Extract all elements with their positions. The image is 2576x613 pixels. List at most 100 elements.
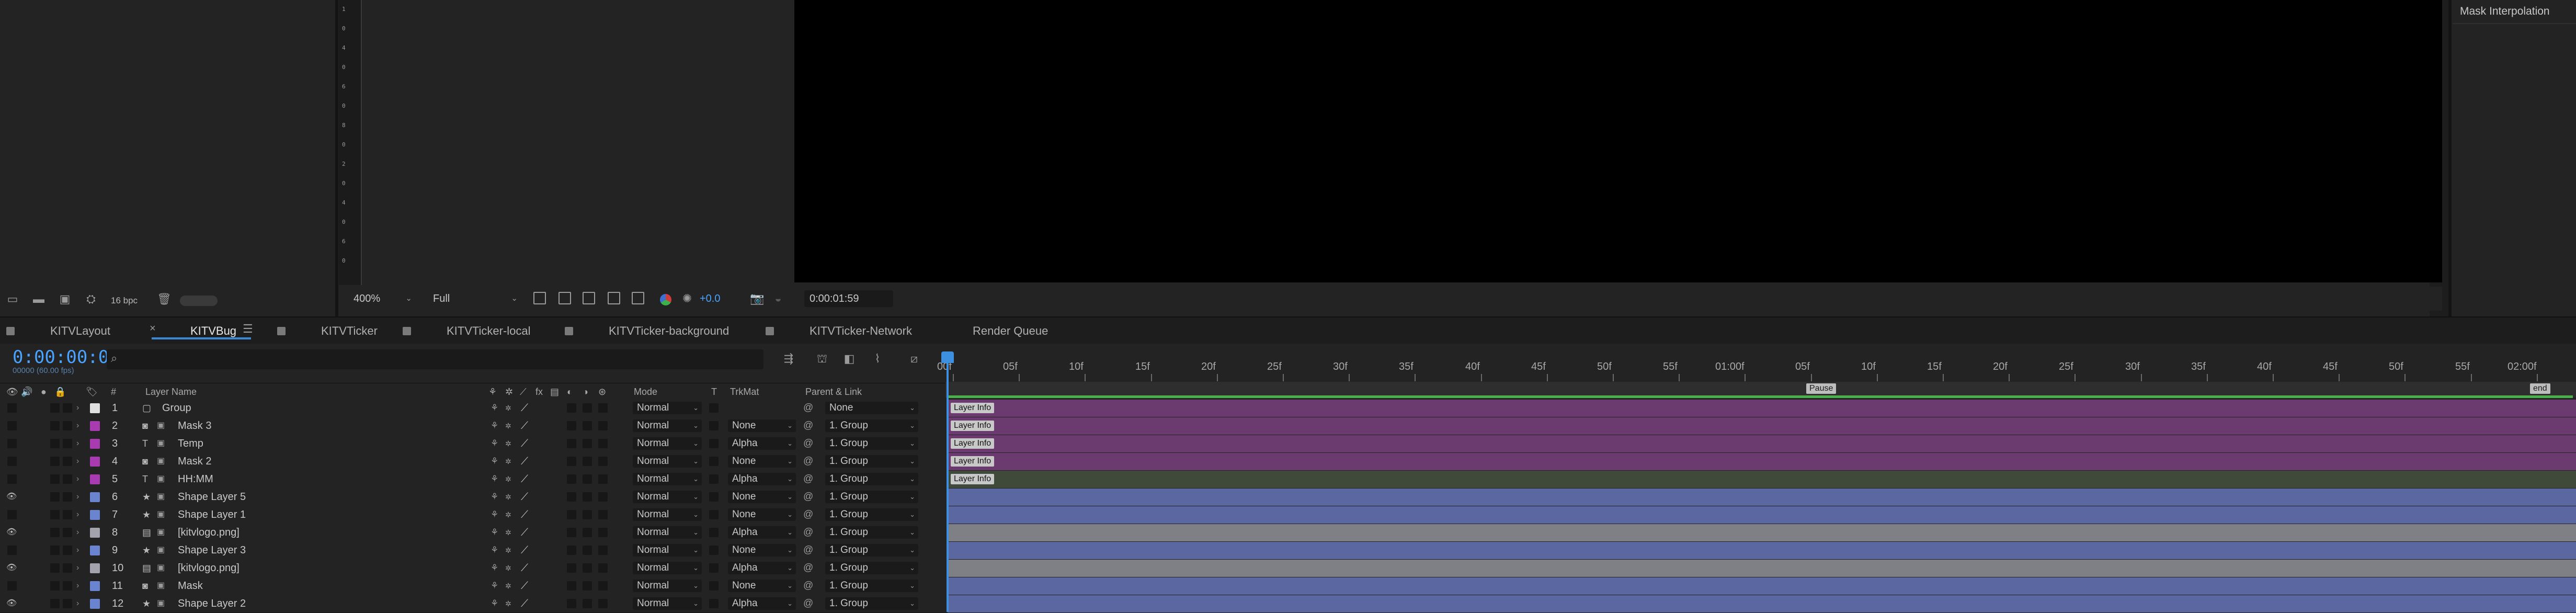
layer-marker[interactable]: Layer Info <box>951 421 995 431</box>
pick-whip-icon[interactable]: @ <box>803 417 813 435</box>
parent-dropdown[interactable]: None ⌄ <box>825 402 918 414</box>
preserve-transparency[interactable] <box>709 599 719 608</box>
mode-dropdown[interactable]: Normal ⌄ <box>633 562 702 574</box>
label-color-swatch[interactable] <box>90 474 100 484</box>
trkmat-dropdown[interactable]: None ⌄ <box>728 491 796 503</box>
video-switch[interactable] <box>7 457 17 466</box>
collapse-icon[interactable]: ✲ <box>505 541 511 559</box>
adjustment-switch[interactable] <box>583 528 592 537</box>
lock-switch[interactable] <box>63 421 72 430</box>
lock-switch[interactable] <box>63 563 72 573</box>
preserve-transparency[interactable] <box>709 439 719 448</box>
frame-blend-header-icon[interactable]: ▤ <box>550 387 559 396</box>
quality-icon[interactable]: ⟋ <box>521 577 528 595</box>
region-of-interest-icon[interactable] <box>533 292 546 304</box>
mode-dropdown[interactable]: Normal ⌄ <box>633 597 702 610</box>
quality-icon[interactable]: ⟋ <box>521 506 528 524</box>
collapse-icon[interactable]: ✲ <box>505 488 511 506</box>
zoom-dropdown[interactable]: 400% ⌄ <box>348 290 416 307</box>
tab-kitvticker-background[interactable]: KITVTicker-background <box>565 317 729 345</box>
chevron-right-icon[interactable]: › <box>76 595 79 612</box>
new-composition-icon[interactable]: ▣ <box>58 292 72 306</box>
mode-dropdown[interactable]: Normal ⌄ <box>633 402 702 414</box>
quality-icon[interactable]: ⟋ <box>521 435 528 452</box>
3d-switch[interactable] <box>598 581 608 591</box>
current-time-field[interactable]: 0:00:01:59 <box>804 290 893 307</box>
shy-icon[interactable]: ⚘ <box>491 541 498 559</box>
eye-icon[interactable]: 👁 <box>6 595 19 612</box>
layer-name[interactable]: Shape Layer 1 <box>178 506 246 524</box>
color-channels-icon[interactable] <box>660 294 671 305</box>
motion-blur-switch[interactable] <box>567 510 576 519</box>
shy-icon[interactable]: ⚘ <box>491 524 498 541</box>
new-folder-icon[interactable]: ▬ <box>31 292 46 306</box>
video-switch[interactable] <box>7 403 17 413</box>
collapse-icon[interactable]: ✲ <box>505 399 511 417</box>
adjustment-switch[interactable] <box>583 599 592 608</box>
layer-duration-bar[interactable] <box>948 577 2576 595</box>
video-switch[interactable] <box>7 510 17 519</box>
3d-switch[interactable] <box>598 563 608 573</box>
snapshot-icon[interactable]: 📷 <box>750 291 765 306</box>
chevron-right-icon[interactable]: › <box>76 559 79 577</box>
pick-whip-icon[interactable]: @ <box>803 399 813 417</box>
pick-whip-icon[interactable]: @ <box>803 506 813 524</box>
3d-switch[interactable] <box>598 510 608 519</box>
layer-row[interactable]: 👁 › 10 ▤ ▣ [kitvlogo.png] ⚘ ✲ ⟋ Normal ⌄ Alpha ⌄ @1. … <box>0 559 945 577</box>
collapse-icon[interactable]: ✲ <box>505 577 511 595</box>
chevron-right-icon[interactable]: › <box>76 541 79 559</box>
shy-icon[interactable]: ⚘ <box>491 470 498 488</box>
solo-switch[interactable] <box>50 546 60 555</box>
shy-icon[interactable]: ⚘ <box>491 577 498 595</box>
quality-icon[interactable]: ⟋ <box>521 417 528 435</box>
quality-icon[interactable]: ⟋ <box>521 470 528 488</box>
shy-icon[interactable]: ⚘ <box>491 559 498 577</box>
adjustment-switch[interactable] <box>583 439 592 448</box>
layer-name[interactable]: Group <box>162 399 191 417</box>
3d-switch[interactable] <box>598 439 608 448</box>
collapse-header-icon[interactable]: ✲ <box>505 387 513 396</box>
trash-icon[interactable]: 🗑 <box>157 292 172 306</box>
layer-row[interactable]: 👁 › 6 ★ ▣ Shape Layer 5 ⚘ ✲ ⟋ Normal ⌄ None ⌄ @1. Gro… <box>0 488 945 506</box>
video-switch-header-icon[interactable]: 👁 <box>6 387 18 396</box>
shy-icon[interactable]: ⚘ <box>491 506 498 524</box>
layer-name[interactable]: Shape Layer 2 <box>178 595 246 612</box>
motion-blur-switch[interactable] <box>567 528 576 537</box>
adjustment-switch[interactable] <box>583 581 592 591</box>
preserve-transparency[interactable] <box>709 474 719 484</box>
pick-whip-icon[interactable]: @ <box>803 452 813 470</box>
layer-name[interactable]: Mask 2 <box>178 452 211 470</box>
pick-whip-icon[interactable]: @ <box>803 577 813 595</box>
mode-header[interactable]: Mode <box>634 387 657 396</box>
collapse-icon[interactable]: ✲ <box>505 559 511 577</box>
3d-switch[interactable] <box>598 492 608 502</box>
layer-search-input[interactable]: ⌕ <box>107 349 763 369</box>
motion-blur-switch[interactable] <box>567 563 576 573</box>
playhead[interactable] <box>947 351 949 612</box>
parent-dropdown[interactable]: 1. Group ⌄ <box>825 473 918 485</box>
lock-switch[interactable] <box>63 510 72 519</box>
video-switch[interactable] <box>7 439 17 448</box>
shy-icon[interactable]: ⚘ <box>491 488 498 506</box>
layer-duration-bar[interactable] <box>948 506 2576 524</box>
mode-dropdown[interactable]: Normal ⌄ <box>633 508 702 521</box>
layer-duration-bar[interactable] <box>948 489 2576 506</box>
layer-row[interactable]: › 5 T ▣ HH:MM ⚘ ✲ ⟋ Normal ⌄ Alpha ⌄ @1. Group ⌄ <box>0 470 945 489</box>
pick-whip-icon[interactable]: @ <box>803 435 813 452</box>
bpc-label[interactable]: 16 bpc <box>111 296 138 306</box>
preserve-transparency[interactable] <box>709 421 719 430</box>
3d-view-icon[interactable] <box>632 292 644 304</box>
tab-kitvticker[interactable]: KITVTicker <box>277 317 378 345</box>
tab-kitvticker-local[interactable]: KITVTicker-local <box>403 317 531 345</box>
solo-switch[interactable] <box>50 457 60 466</box>
layer-duration-bar[interactable] <box>948 524 2576 541</box>
comp-marker-pause[interactable]: Pause <box>1806 383 1837 394</box>
lock-switch[interactable] <box>63 581 72 591</box>
mode-dropdown[interactable]: Normal ⌄ <box>633 544 702 557</box>
quality-icon[interactable]: ⟋ <box>521 524 528 541</box>
video-switch[interactable] <box>7 421 17 430</box>
exposure-value[interactable]: +0.0 <box>700 293 720 305</box>
adjustment-switch[interactable] <box>583 457 592 466</box>
trkmat-dropdown[interactable]: Alpha ⌄ <box>728 526 796 539</box>
motion-blur-switch[interactable] <box>567 546 576 555</box>
